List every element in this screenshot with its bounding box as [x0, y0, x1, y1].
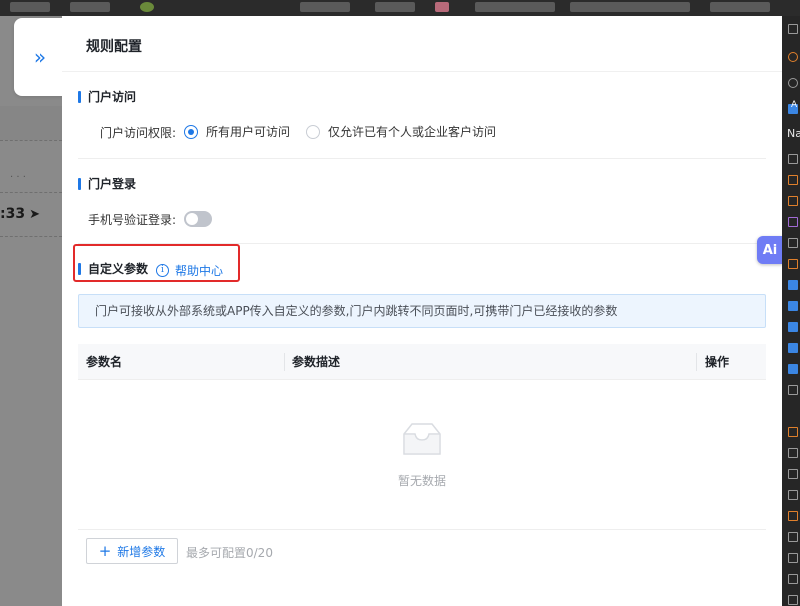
add-param-label: 新增参数 [117, 544, 166, 559]
custom-params-notice: 门户可接收从外部系统或APP传入自定义的参数,门户内跳转不同页面时,可携带门户已… [78, 294, 766, 328]
double-chevron-right-icon: » [33, 45, 47, 69]
empty-inbox-icon [403, 423, 441, 455]
ai-assistant-button[interactable]: Ai [757, 236, 783, 264]
file-icon[interactable] [788, 532, 798, 542]
rule-config-drawer: 规则配置 门户访问 门户访问权限: 所有用户可访问 仅允许已有个人或企业客户访问… [62, 16, 782, 606]
file-icon[interactable] [788, 448, 798, 458]
phone-verify-toggle[interactable] [184, 211, 212, 227]
file-icon[interactable] [788, 469, 798, 479]
json-file-icon[interactable] [788, 511, 798, 521]
empty-state-text: 暂无数据 [397, 474, 446, 488]
background-dots: · · · [10, 172, 26, 183]
doc-file-icon[interactable] [788, 280, 798, 290]
file-icon[interactable] [788, 490, 798, 500]
image-file-icon[interactable] [788, 217, 798, 227]
param-limit-text: 最多可配置0/20 [186, 546, 273, 560]
file-icon[interactable] [788, 238, 798, 248]
doc-file-icon[interactable] [788, 343, 798, 353]
section-title-portal-login: 门户登录 [78, 177, 136, 191]
devtools-panel-edge: A Na [782, 16, 800, 606]
section-title-custom-params: 自定义参数 [78, 262, 148, 276]
file-icon[interactable] [788, 595, 798, 605]
radio-all-users[interactable]: 所有用户可访问 [184, 123, 290, 140]
section-title-portal-access: 门户访问 [78, 90, 136, 104]
background-time: :33 ➤ [0, 206, 40, 222]
json-file-icon[interactable] [788, 427, 798, 437]
drawer-title: 规则配置 [86, 39, 142, 55]
doc-file-icon[interactable] [788, 322, 798, 332]
toggle-knob [186, 213, 198, 225]
section-divider [78, 158, 766, 159]
column-header-actions: 操作 [705, 355, 730, 369]
file-icon[interactable] [788, 553, 798, 563]
devtools-tab-label: A [791, 100, 798, 110]
background-app: · · · :33 ➤ [0, 16, 62, 606]
devtools-clear-icon[interactable] [788, 78, 798, 88]
radio-existing-customers[interactable]: 仅允许已有个人或企业客户访问 [306, 123, 496, 140]
doc-file-icon[interactable] [788, 364, 798, 374]
script-file-icon[interactable] [788, 196, 798, 206]
json-file-icon[interactable] [788, 175, 798, 185]
file-icon[interactable] [788, 385, 798, 395]
access-permission-label: 门户访问权限: [100, 126, 177, 140]
column-separator [696, 353, 697, 371]
column-header-param-desc: 参数描述 [292, 355, 341, 369]
help-center-link[interactable]: i 帮助中心 [156, 262, 223, 279]
column-header-param-name: 参数名 [86, 355, 123, 369]
ai-assistant-label: Ai [762, 242, 778, 258]
browser-top-bar [0, 0, 800, 16]
radio-label: 仅允许已有个人或企业客户访问 [328, 125, 497, 139]
devtools-record-icon[interactable] [788, 52, 798, 62]
radio-dot-selected [184, 124, 198, 139]
help-center-label: 帮助中心 [175, 264, 224, 278]
json-file-icon[interactable] [788, 259, 798, 269]
devtools-inspect-icon[interactable] [788, 24, 798, 34]
add-param-button[interactable]: + 新增参数 [86, 538, 178, 564]
plus-icon: + [98, 542, 112, 560]
info-icon: i [156, 264, 169, 277]
expand-sidebar-button[interactable]: » [14, 18, 66, 96]
radio-dot [306, 124, 320, 139]
radio-label: 所有用户可访问 [206, 125, 291, 139]
params-table-header: 参数名 参数描述 操作 [78, 344, 766, 380]
drawer-header: 规则配置 [62, 16, 782, 72]
file-icon[interactable] [788, 574, 798, 584]
location-arrow-icon: ➤ [29, 207, 40, 222]
column-separator [284, 353, 285, 371]
file-icon[interactable] [788, 154, 798, 164]
phone-verify-label: 手机号验证登录: [88, 213, 177, 227]
doc-file-icon[interactable] [788, 301, 798, 311]
devtools-name-column: Na [787, 127, 800, 140]
table-bottom-divider [78, 529, 766, 530]
